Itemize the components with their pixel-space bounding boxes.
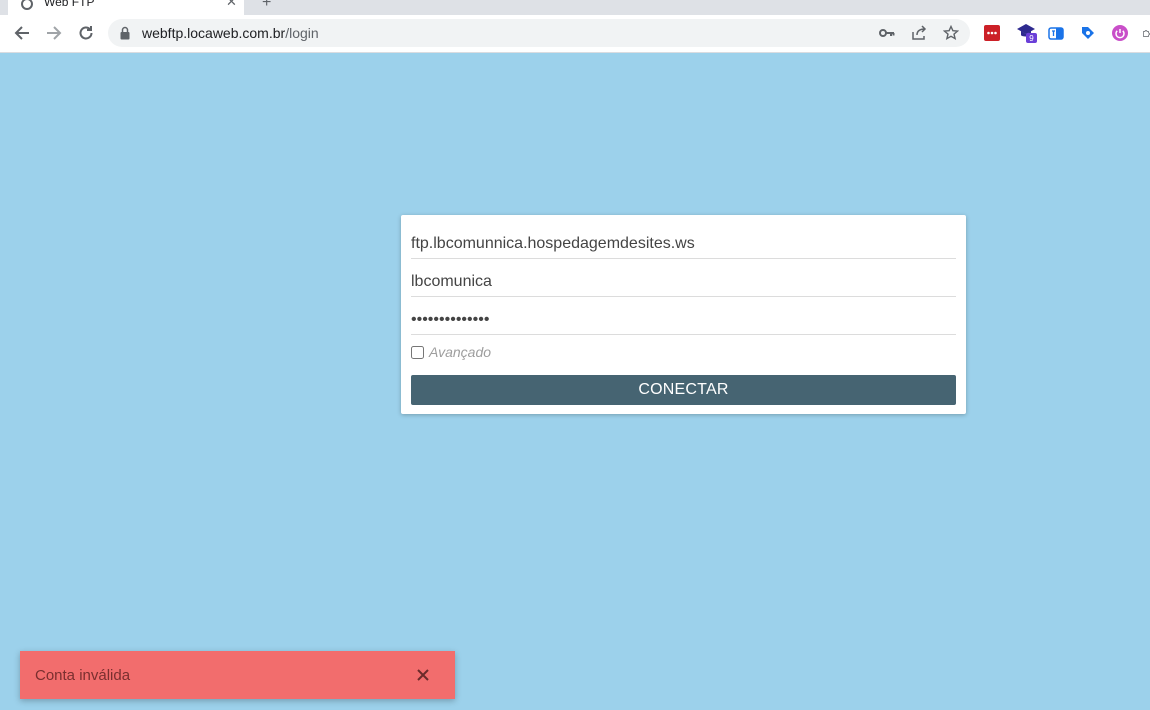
tab-strip: Web FTP ✕ +	[0, 0, 1150, 15]
lock-icon	[120, 26, 130, 40]
advanced-label: Avançado	[429, 344, 492, 360]
host-field[interactable]	[411, 229, 956, 259]
connect-button[interactable]: CONECTAR	[411, 375, 956, 405]
url-host: webftp.locaweb.com.br	[142, 25, 286, 41]
tab-close-icon[interactable]: ✕	[226, 0, 237, 10]
login-card: Avançado CONECTAR	[401, 215, 966, 414]
url-path: /login	[285, 25, 319, 41]
key-icon[interactable]	[878, 24, 896, 42]
new-tab-icon[interactable]: +	[262, 0, 271, 12]
username-field[interactable]	[411, 267, 956, 297]
password-field[interactable]	[411, 305, 956, 335]
share-icon[interactable]	[910, 24, 928, 42]
graduation-cap-extension-icon[interactable]: 9	[1016, 24, 1038, 43]
close-icon[interactable]	[413, 665, 433, 685]
url-text: webftp.locaweb.com.br/login	[142, 25, 319, 41]
star-icon[interactable]	[942, 24, 960, 42]
error-toast: Conta inválida	[20, 651, 455, 699]
reload-icon[interactable]	[76, 23, 96, 43]
browser-toolbar: webftp.locaweb.com.br/login 9	[0, 15, 1150, 53]
extension-badge: 9	[1029, 34, 1034, 43]
back-icon[interactable]	[12, 23, 32, 43]
advanced-option: Avançado	[411, 343, 491, 361]
password-manager-extension-icon[interactable]	[984, 25, 1000, 41]
extensions-puzzle-icon[interactable]	[1142, 25, 1150, 41]
browser-tab[interactable]: Web FTP ✕	[8, 0, 244, 15]
translate-extension-icon[interactable]	[1048, 25, 1064, 41]
advanced-checkbox[interactable]	[411, 345, 424, 359]
forward-icon[interactable]	[44, 23, 64, 43]
address-bar[interactable]: webftp.locaweb.com.br/login	[108, 19, 970, 47]
tab-title: Web FTP	[44, 0, 95, 9]
toast-message: Conta inválida	[35, 667, 131, 684]
globe-icon	[21, 0, 33, 10]
power-extension-icon[interactable]	[1112, 25, 1128, 41]
tag-extension-icon[interactable]	[1080, 25, 1096, 41]
